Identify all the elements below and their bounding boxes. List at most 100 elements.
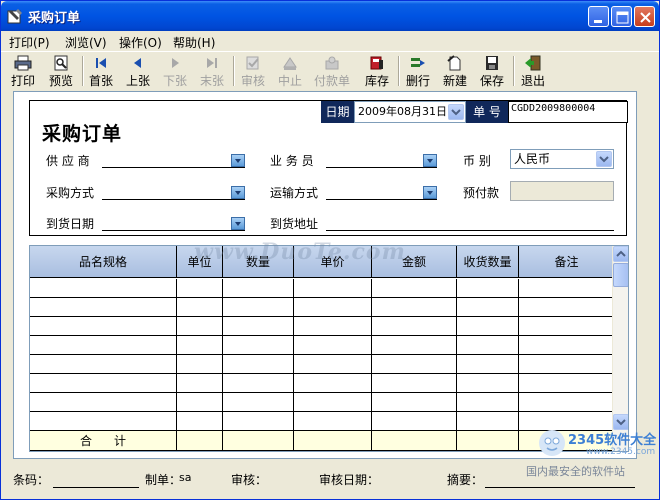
purchase-method-field[interactable] (102, 199, 245, 200)
grid-cell[interactable] (457, 355, 519, 374)
grid-cell[interactable] (372, 298, 457, 317)
grid-cell[interactable] (177, 336, 223, 355)
grid-cell[interactable] (294, 279, 372, 298)
barcode-field[interactable] (53, 487, 139, 488)
column-header[interactable]: 备注 (519, 246, 614, 278)
salesman-picker-button[interactable] (423, 154, 437, 167)
scroll-up-button[interactable] (613, 246, 628, 262)
grid-cell[interactable] (372, 393, 457, 412)
grid-cell[interactable] (177, 279, 223, 298)
grid-cell[interactable] (294, 336, 372, 355)
delete-row-button[interactable]: 删行 (398, 54, 438, 88)
summary-field[interactable] (485, 487, 635, 488)
stop-button[interactable]: 中止 (270, 54, 310, 88)
grid-cell[interactable] (30, 393, 177, 412)
grid-cell[interactable] (519, 393, 614, 412)
grid-cell[interactable] (372, 431, 457, 451)
arrival-date-field[interactable] (102, 230, 245, 231)
grid-cell[interactable] (457, 393, 519, 412)
grid-cell[interactable] (519, 279, 614, 298)
grid-cell[interactable] (372, 412, 457, 431)
grid-cell[interactable] (519, 317, 614, 336)
grid-cell[interactable] (223, 317, 294, 336)
grid-cell[interactable] (223, 374, 294, 393)
minimize-button[interactable] (588, 6, 609, 27)
supplier-picker-button[interactable] (231, 154, 245, 167)
grid-vertical-scrollbar[interactable] (612, 246, 628, 451)
transport-method-field[interactable] (326, 199, 437, 200)
grid-cell[interactable] (223, 279, 294, 298)
grid-cell[interactable] (519, 374, 614, 393)
exit-button[interactable]: 退出 (513, 54, 553, 88)
stock-button[interactable]: 库存 (357, 54, 397, 88)
order-items-grid[interactable]: 品名规格 单位 数量 单价 金额 收货数量 备注 合计 (29, 245, 629, 452)
table-row[interactable] (30, 393, 614, 412)
menu-print[interactable]: 打印(P) (9, 34, 50, 51)
currency-select[interactable]: 人民币 (510, 149, 614, 169)
grid-cell[interactable] (30, 336, 177, 355)
grid-cell[interactable] (294, 431, 372, 451)
grid-cell[interactable] (457, 317, 519, 336)
table-row[interactable] (30, 279, 614, 298)
grid-cell[interactable] (30, 317, 177, 336)
table-row[interactable] (30, 374, 614, 393)
title-bar[interactable]: 采购订单 (1, 1, 659, 31)
print-button[interactable]: 打印 (3, 54, 43, 88)
grid-cell[interactable] (223, 336, 294, 355)
grid-cell[interactable] (223, 298, 294, 317)
grid-cell[interactable] (177, 298, 223, 317)
grid-cell[interactable] (30, 355, 177, 374)
grid-cell[interactable] (372, 279, 457, 298)
grid-cell[interactable] (519, 298, 614, 317)
grid-cell[interactable] (177, 355, 223, 374)
grid-cell[interactable] (457, 298, 519, 317)
maximize-button[interactable] (611, 6, 632, 27)
column-header[interactable]: 收货数量 (457, 246, 519, 278)
grid-cell[interactable] (372, 355, 457, 374)
grid-cell[interactable] (223, 355, 294, 374)
grid-cell[interactable] (177, 393, 223, 412)
transport-method-picker-button[interactable] (423, 186, 437, 199)
prepayment-field[interactable] (510, 181, 614, 201)
grid-cell[interactable] (372, 336, 457, 355)
supplier-field[interactable] (102, 167, 245, 168)
purchase-method-picker-button[interactable] (231, 186, 245, 199)
table-row[interactable] (30, 298, 614, 317)
table-row[interactable] (30, 355, 614, 374)
grid-cell[interactable] (177, 412, 223, 431)
order-no-field[interactable]: CGDD2009800004 (508, 101, 628, 123)
menu-help[interactable]: 帮助(H) (173, 34, 215, 51)
new-button[interactable]: 新建 (435, 54, 475, 88)
arrival-date-picker-button[interactable] (231, 217, 245, 230)
close-button[interactable] (634, 6, 655, 27)
salesman-field[interactable] (326, 167, 437, 168)
save-button[interactable]: 保存 (472, 54, 512, 88)
currency-dropdown-button[interactable] (596, 151, 612, 167)
grid-cell[interactable] (223, 431, 294, 451)
grid-cell[interactable] (177, 374, 223, 393)
menu-view[interactable]: 浏览(V) (65, 34, 107, 51)
grid-cell[interactable] (177, 317, 223, 336)
grid-cell[interactable] (177, 431, 223, 451)
grid-cell[interactable] (294, 412, 372, 431)
grid-cell[interactable] (30, 279, 177, 298)
grid-cell[interactable] (294, 393, 372, 412)
grid-cell[interactable] (223, 393, 294, 412)
grid-cell[interactable] (294, 355, 372, 374)
prev-button[interactable]: 上张 (118, 54, 158, 88)
audit-button[interactable]: 审核 (233, 54, 273, 88)
grid-cell[interactable] (457, 279, 519, 298)
column-header[interactable]: 品名规格 (30, 246, 177, 278)
grid-cell[interactable] (372, 374, 457, 393)
grid-cell[interactable] (30, 412, 177, 431)
grid-cell[interactable] (294, 317, 372, 336)
grid-cell[interactable] (457, 374, 519, 393)
grid-cell[interactable] (457, 412, 519, 431)
preview-button[interactable]: 预览 (41, 54, 81, 88)
menu-operation[interactable]: 操作(O) (119, 34, 162, 51)
grid-cell[interactable] (519, 355, 614, 374)
grid-cell[interactable] (294, 374, 372, 393)
arrival-address-field[interactable] (326, 230, 614, 231)
grid-cell[interactable] (372, 317, 457, 336)
payment-button[interactable]: 付款单 (312, 54, 352, 88)
